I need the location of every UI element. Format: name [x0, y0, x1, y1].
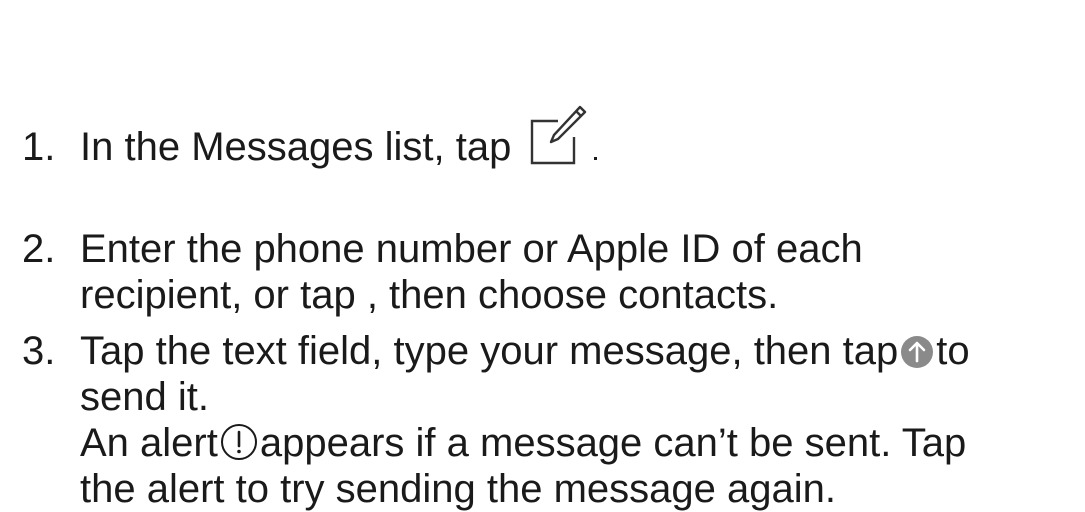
- step-body: Tap the text field, type your message, t…: [80, 328, 970, 512]
- step-text: appears if a message can’t be sent. Tap: [259, 421, 967, 465]
- step-text-line: recipient, or tap , then choose contacts…: [80, 273, 779, 317]
- step-text: In the Messages list, tap: [80, 125, 512, 169]
- step-text: An alert: [80, 421, 218, 465]
- compose-icon: [528, 105, 590, 167]
- step-number: 2.: [22, 227, 56, 271]
- exclamation-alert-icon: [220, 423, 258, 461]
- send-arrow-icon: [900, 333, 934, 369]
- punctuation-dot: [594, 157, 598, 160]
- step-text-line: the alert to try sending the message aga…: [80, 467, 837, 511]
- step-number: 1.: [22, 125, 56, 169]
- step-text-line: send it.: [80, 375, 209, 419]
- step-text-line: Tap the text field, type your message, t…: [80, 328, 970, 374]
- step-text-line: Enter the phone number or Apple ID of ea…: [80, 227, 863, 271]
- step-text: to: [936, 329, 970, 373]
- instructions-list: 1. In the Messages list, tap 2. Enter th…: [0, 0, 1085, 511]
- step-body: Enter the phone number or Apple ID of ea…: [80, 226, 863, 318]
- step-text-line: An alert appears if a message can’t be s…: [80, 420, 970, 466]
- step-number: 3.: [22, 329, 56, 373]
- step-body: In the Messages list, tap: [80, 106, 598, 170]
- step-text: Tap the text field, type your message, t…: [80, 329, 899, 373]
